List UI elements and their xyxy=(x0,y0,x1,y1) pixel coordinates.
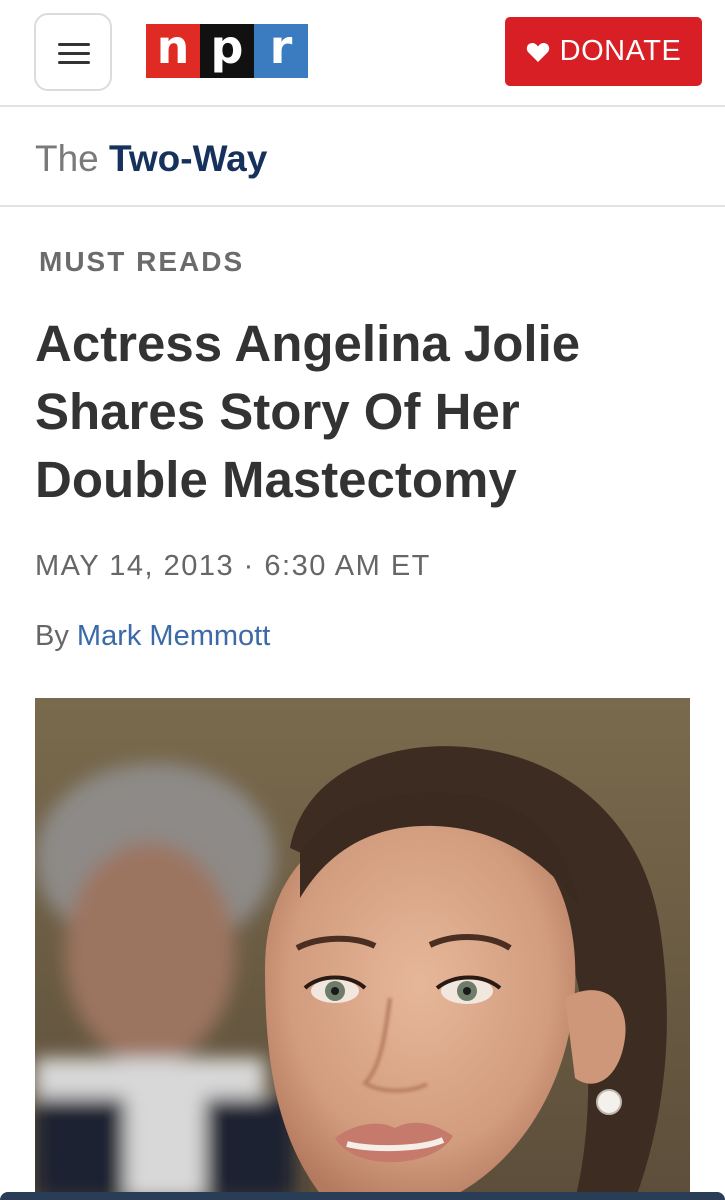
foreground-subject xyxy=(265,746,667,1200)
section-header: The Two-Way xyxy=(0,107,725,207)
section-title[interactable]: The Two-Way xyxy=(35,137,267,181)
article-photo[interactable] xyxy=(35,698,690,1200)
byline-prefix: By xyxy=(35,620,69,652)
author-link[interactable]: Mark Memmott xyxy=(77,620,270,652)
top-navigation-bar: n p r DONATE xyxy=(0,0,725,107)
article-headline: Actress Angelina Jolie Shares Story Of H… xyxy=(35,315,581,508)
bottom-toolbar-edge xyxy=(0,1192,725,1200)
menu-icon-line xyxy=(58,52,90,55)
logo-letter-p: p xyxy=(200,20,254,78)
logo-letter-n: n xyxy=(146,20,200,78)
donate-button[interactable]: DONATE xyxy=(505,17,702,86)
article-byline: By Mark Memmott xyxy=(35,620,270,653)
hamburger-menu-button[interactable] xyxy=(34,13,112,91)
menu-icon-line xyxy=(58,43,90,46)
menu-icon-line xyxy=(58,61,90,64)
article-kicker[interactable]: MUST READS xyxy=(39,246,244,278)
npr-logo[interactable]: n p r xyxy=(146,20,308,78)
section-prefix: The xyxy=(35,138,99,179)
donate-label: DONATE xyxy=(559,35,682,67)
article-dateline: MAY 14, 2013 · 6:30 AM ET xyxy=(35,550,431,582)
section-name: Two-Way xyxy=(109,138,268,179)
portrait-photo-illustration xyxy=(35,698,690,1200)
logo-letter-r: r xyxy=(254,20,308,78)
heart-icon xyxy=(526,42,549,62)
